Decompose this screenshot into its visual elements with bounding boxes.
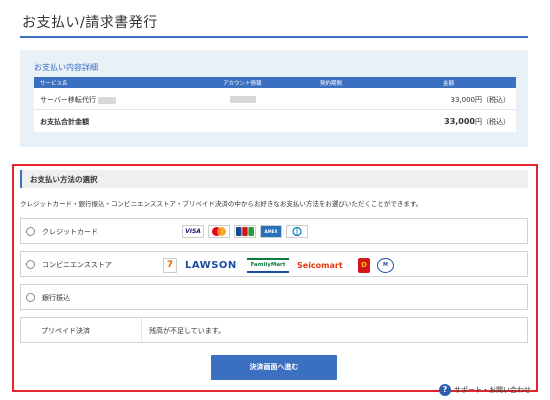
table-row: サーバー移転代行 33,000円（税込） bbox=[34, 88, 516, 110]
payment-method-header: お支払い方法の選択 bbox=[20, 170, 528, 188]
row-service: サーバー移転代行 bbox=[40, 95, 117, 105]
visa-logo: VISA bbox=[182, 225, 204, 238]
payment-details-panel: お支払い内容詳細 サービス名 アカウント情報 契約期間 金額 サーバー移転代行 … bbox=[20, 50, 528, 147]
proceed-to-payment-button[interactable]: 決済画面へ進む bbox=[211, 355, 337, 380]
payment-details-table: サービス名 アカウント情報 契約期間 金額 サーバー移転代行 33,000円（税… bbox=[34, 77, 516, 132]
row-account-redacted bbox=[230, 95, 256, 103]
option-label: 銀行振込 bbox=[42, 294, 70, 302]
radio-credit-card[interactable] bbox=[26, 227, 35, 236]
redacted-value bbox=[98, 96, 117, 104]
option-bank-transfer[interactable]: 銀行振込 bbox=[20, 284, 528, 310]
column-account: アカウント情報 bbox=[223, 81, 262, 87]
diners-logo bbox=[286, 225, 308, 238]
familymart-logo: FamilyMart bbox=[247, 258, 289, 273]
option-label: プリペイド決済 bbox=[41, 327, 90, 335]
support-button[interactable]: ? サポート・お問い合わせ bbox=[436, 383, 546, 397]
payment-method-description: クレジットカード・銀行振込・コンビニエンスストア・プリペイド決済の中からお好きな… bbox=[20, 200, 423, 208]
seicomart-logo: Seicomart bbox=[297, 261, 343, 270]
prepaid-divider bbox=[141, 318, 142, 342]
title-divider bbox=[20, 36, 528, 38]
mastercard-logo bbox=[208, 225, 230, 238]
page-title: お支払い/請求書発行 bbox=[22, 15, 158, 31]
amex-logo: AMEX bbox=[260, 225, 282, 238]
column-contract: 契約期間 bbox=[320, 81, 343, 87]
total-row: お支払合計金額 33,000円（税込） bbox=[34, 110, 516, 132]
option-label: クレジットカード bbox=[42, 228, 98, 236]
radio-convenience-store[interactable] bbox=[26, 260, 35, 269]
support-label: サポート・お問い合わせ bbox=[454, 386, 531, 394]
column-amount: 金額 bbox=[443, 81, 455, 87]
daily-yamazaki-logo: D bbox=[358, 258, 370, 273]
payment-method-heading: お支払い方法の選択 bbox=[30, 175, 98, 184]
table-header: サービス名 アカウント情報 契約期間 金額 bbox=[34, 77, 516, 88]
total-amount: 33,000円（税込） bbox=[444, 117, 510, 126]
seven-eleven-logo: 7 bbox=[163, 258, 177, 273]
ministop-logo: M bbox=[377, 258, 394, 273]
lawson-logo: LAWSON bbox=[185, 260, 237, 271]
option-label: コンビニエンスストア bbox=[42, 261, 112, 269]
column-service: サービス名 bbox=[40, 81, 68, 87]
jcb-logo bbox=[234, 225, 256, 238]
option-convenience-store[interactable]: コンビニエンスストア 7 LAWSON FamilyMart Seicomart… bbox=[20, 251, 528, 277]
option-credit-card[interactable]: クレジットカード VISA AMEX bbox=[20, 218, 528, 244]
payment-details-heading: お支払い内容詳細 bbox=[34, 63, 98, 72]
radio-bank-transfer[interactable] bbox=[26, 293, 35, 302]
row-amount: 33,000円（税込） bbox=[450, 96, 511, 104]
help-icon: ? bbox=[439, 384, 451, 396]
option-prepaid: プリペイド決済 残高が不足しています。 bbox=[20, 317, 528, 343]
total-label: お支払合計金額 bbox=[40, 118, 89, 126]
prepaid-balance-message: 残高が不足しています。 bbox=[149, 327, 226, 335]
